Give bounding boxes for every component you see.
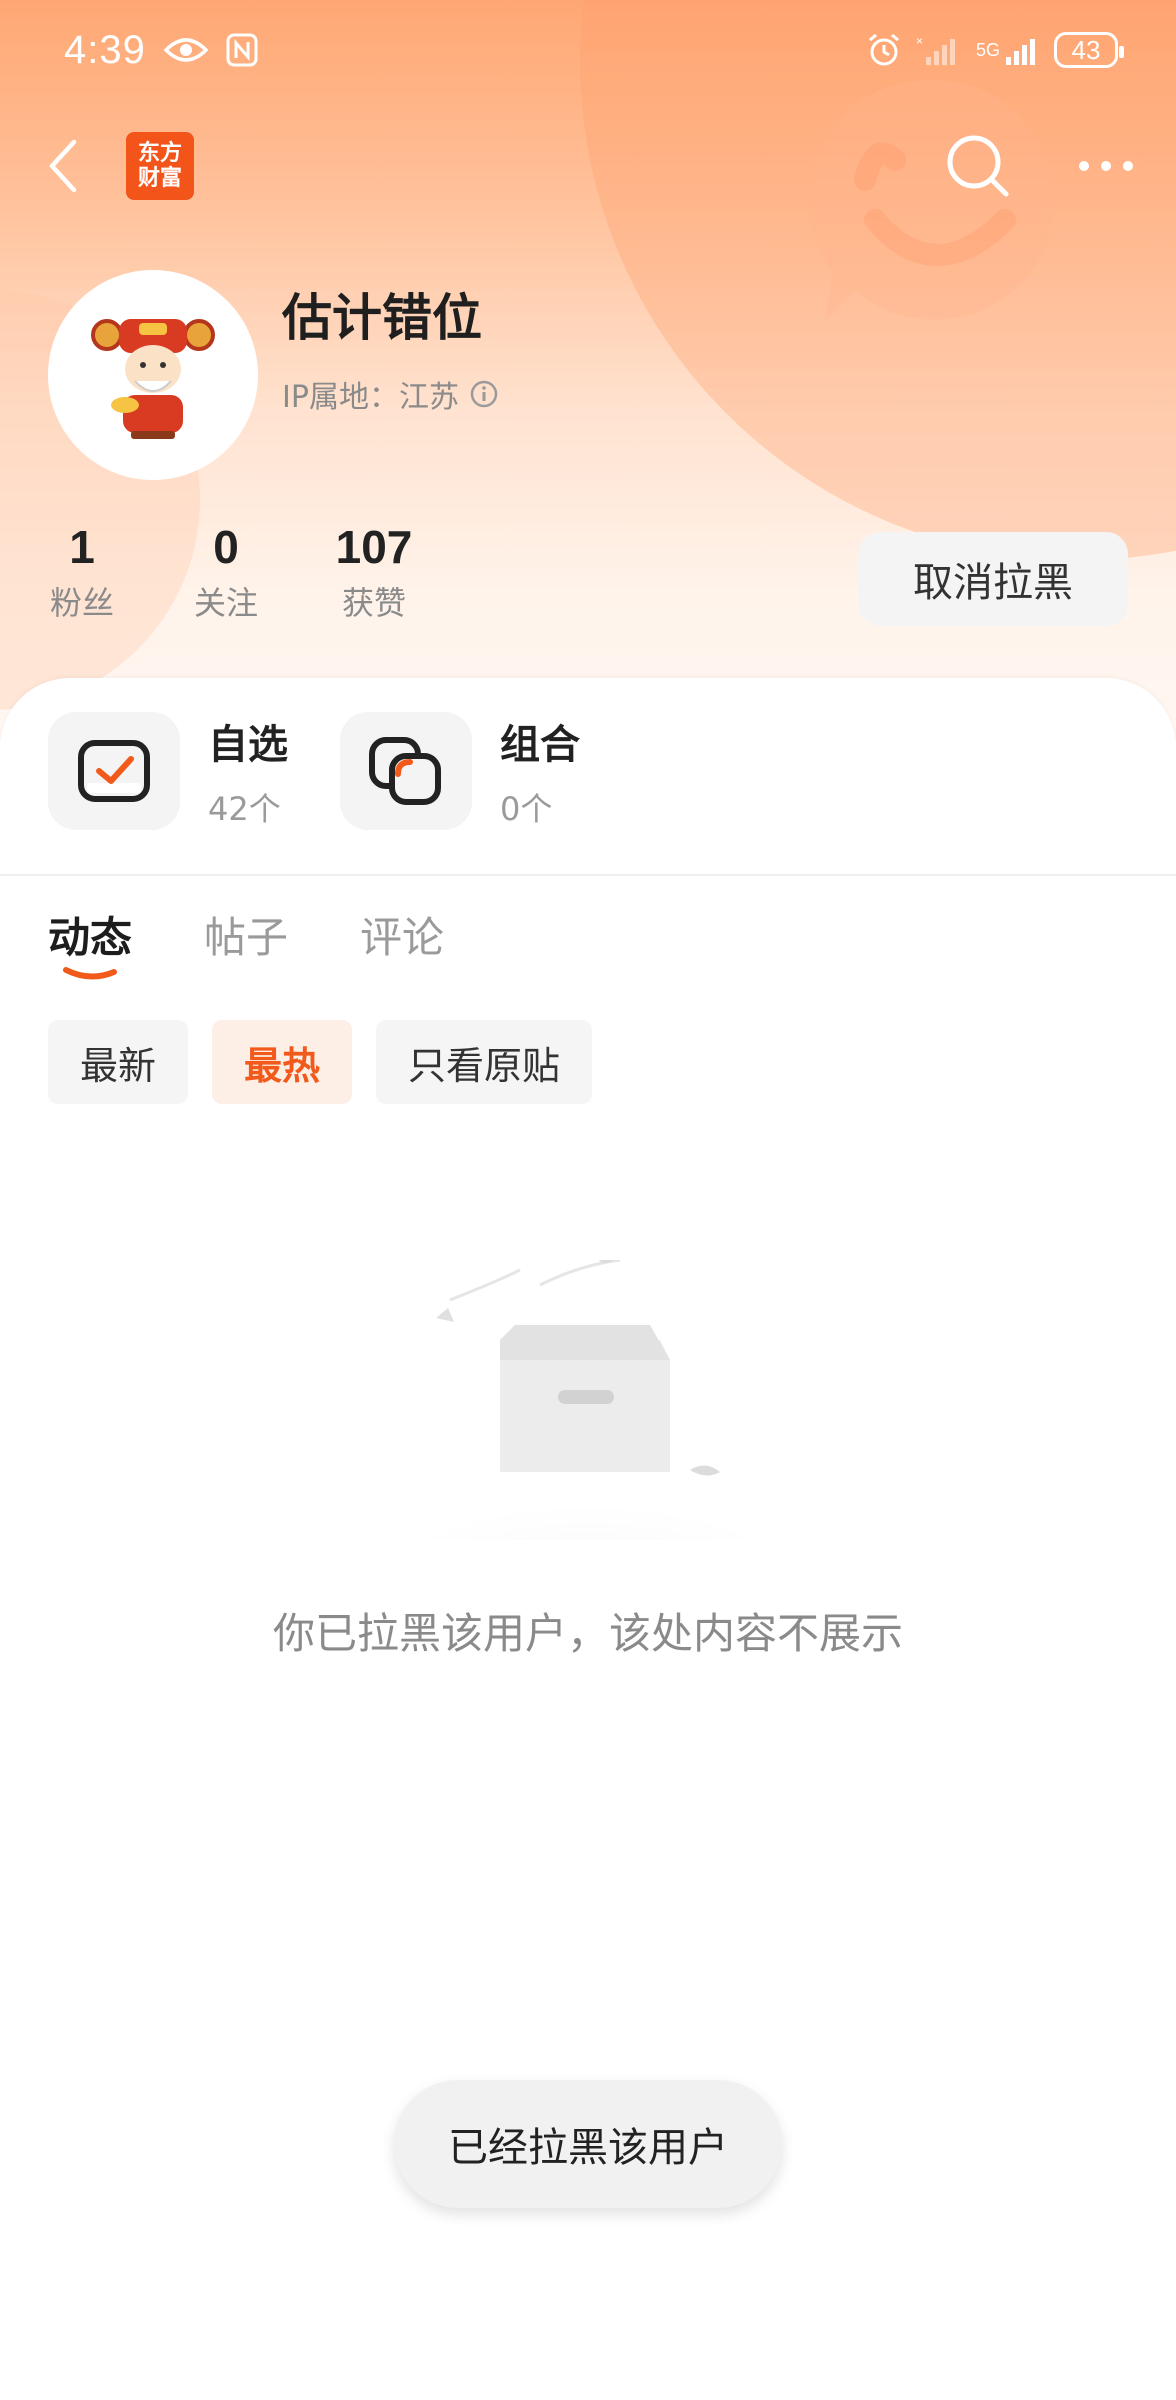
tab-activity[interactable]: 动态 [48, 904, 132, 984]
watchlist-icon-box [48, 712, 180, 830]
alarm-icon [869, 33, 899, 66]
watchlist-count: 42个 [208, 790, 281, 828]
stat-fans[interactable]: 1 粉丝 [40, 520, 124, 624]
portfolio-count: 0个 [500, 790, 553, 828]
nfc-icon [226, 33, 258, 67]
checkbox-icon [78, 740, 150, 802]
profile-page: 4:39 × 5G 43 东方 财富 估计错位 IP属地：江苏 1 粉丝 0 关… [0, 0, 1176, 2400]
stat-value: 0 [213, 521, 239, 573]
signal-icon: × [916, 34, 955, 65]
status-time: 4:39 [64, 27, 146, 72]
signal-5g-bars-icon [1006, 39, 1035, 65]
avatar[interactable] [48, 270, 258, 480]
status-bar: 4:39 × 5G 43 [0, 0, 1176, 100]
signal-5g: 5G [976, 33, 1040, 67]
watchlist-entry[interactable]: 自选 42个 [48, 712, 288, 830]
tab-active-indicator [63, 967, 117, 980]
portfolio-title: 组合 [500, 722, 580, 768]
filter-chips: 最新 最热 只看原贴 [48, 1020, 593, 1104]
watchlist-title: 自选 [208, 722, 288, 768]
back-button[interactable] [46, 134, 86, 198]
stat-label: 粉丝 [49, 584, 114, 622]
filter-original-only[interactable]: 只看原贴 [376, 1020, 593, 1104]
empty-state-message: 你已拉黑该用户，该处内容不展示 [272, 1609, 903, 1658]
unblock-button[interactable]: 取消拉黑 [858, 532, 1128, 626]
portfolio-entry[interactable]: 组合 0个 [340, 712, 580, 830]
profile-stats: 1 粉丝 0 关注 107 获赞 [40, 520, 424, 624]
stat-value: 1 [69, 521, 95, 573]
info-icon[interactable] [469, 379, 499, 409]
filter-hottest[interactable]: 最热 [212, 1020, 353, 1104]
tab-label: 帖子 [204, 913, 289, 962]
tab-label: 动态 [48, 913, 133, 962]
tab-label: 评论 [360, 913, 445, 962]
portfolio-row: 自选 42个 组合 0个 [48, 712, 580, 830]
back-arrow-icon [49, 139, 77, 193]
empty-box-illustration [360, 1260, 820, 1540]
battery-level: 43 [1071, 34, 1101, 65]
stat-label: 关注 [193, 584, 258, 622]
search-icon[interactable] [944, 132, 1012, 200]
network-label: 5G [975, 40, 1000, 60]
filter-latest[interactable]: 最新 [48, 1020, 189, 1104]
stat-value: 107 [335, 521, 413, 573]
stat-likes[interactable]: 107 获赞 [324, 520, 424, 624]
toast-message: 已经拉黑该用户 [394, 2080, 782, 2208]
stat-following[interactable]: 0 关注 [184, 520, 268, 624]
content-tabs: 动态 帖子 评论 [48, 904, 444, 984]
app-logo[interactable]: 东方 财富 [126, 132, 194, 200]
stat-label: 获赞 [341, 584, 406, 622]
tab-comments[interactable]: 评论 [360, 904, 444, 984]
eye-icon [163, 38, 208, 62]
more-icon[interactable] [1076, 158, 1136, 174]
portfolio-icon-box [340, 712, 472, 830]
ip-location-line: IP属地：江苏 [282, 372, 499, 416]
svg-text:×: × [916, 34, 923, 48]
ip-location: IP属地：江苏 [282, 380, 459, 415]
battery-indicator: 43 [1054, 32, 1124, 68]
app-logo-line1: 东方 [137, 141, 182, 166]
username: 估计错位 [282, 289, 482, 347]
portfolio-squares-icon [369, 737, 441, 805]
nav-bar: 东方 财富 [0, 120, 1176, 212]
app-logo-line2: 财富 [137, 166, 182, 191]
section-divider [0, 874, 1176, 876]
avatar-fortune-god-icon [91, 319, 215, 439]
tab-posts[interactable]: 帖子 [204, 904, 288, 984]
